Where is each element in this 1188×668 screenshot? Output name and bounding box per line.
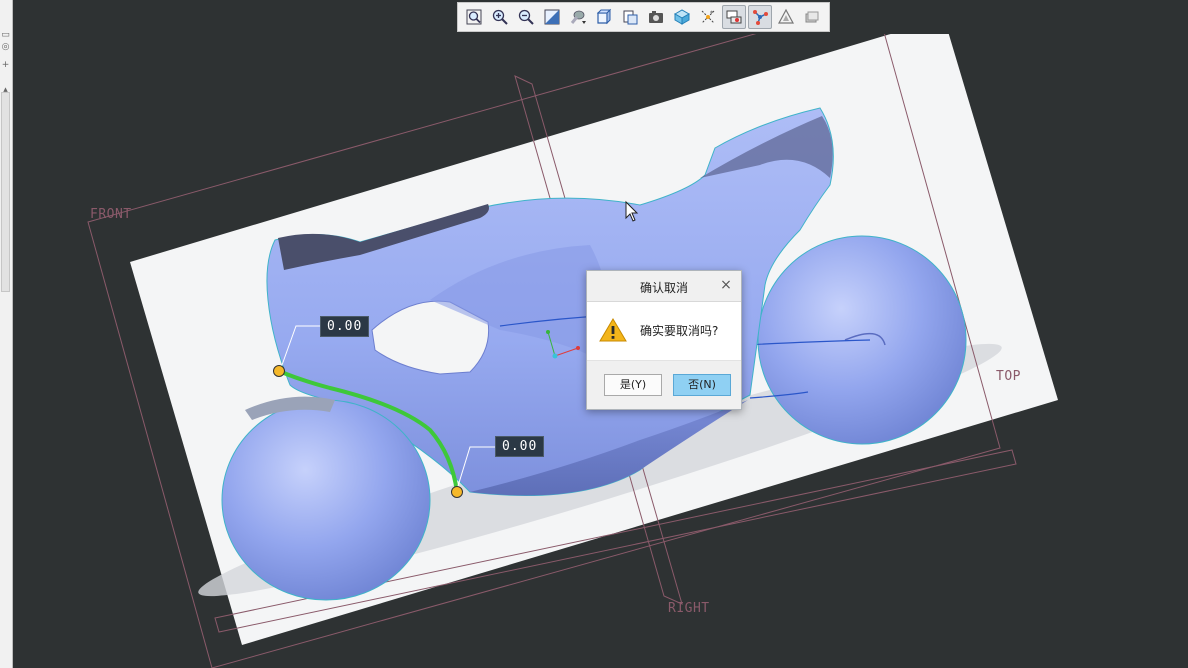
dialog-body: 确实要取消吗? [587,302,741,361]
triad-origin [552,353,558,359]
datum-label-right: RIGHT [668,601,710,616]
curve-handle [451,486,463,498]
panel-icon[interactable]: ◎ [0,42,11,52]
panel-scrollbar[interactable] [1,92,10,292]
view-manager-icon[interactable] [644,5,668,29]
front-wheel [221,399,431,601]
graphics-toolbar: * [457,2,830,32]
yes-button[interactable]: 是(Y) [604,374,662,396]
no-button[interactable]: 否(N) [673,374,731,396]
dimension-value[interactable]: 0.00 [320,316,370,337]
close-icon[interactable]: × [719,277,733,293]
zoom-out-icon[interactable] [514,5,538,29]
spin-center-icon[interactable] [748,5,772,29]
layer-icon[interactable] [800,5,824,29]
perspective-icon[interactable] [566,5,590,29]
saved-orientations-icon[interactable] [618,5,642,29]
annotation-display-icon[interactable] [722,5,746,29]
confirm-cancel-dialog: 确认取消 × 确实要取消吗? 是(Y) 否(N) [586,270,742,410]
section-view-icon[interactable] [670,5,694,29]
triad-end [546,330,550,334]
display-style-icon[interactable] [592,5,616,29]
repaint-icon[interactable] [540,5,564,29]
datum-display-icon[interactable]: * [696,5,720,29]
dialog-titlebar[interactable]: 确认取消 × [587,271,741,302]
refit-icon[interactable] [462,5,486,29]
dimension-value[interactable]: 0.00 [495,436,545,457]
datum-label-top: TOP [996,369,1021,384]
appearance-icon[interactable] [774,5,798,29]
panel-icon[interactable]: ▭ [0,30,11,40]
panel-expand-icon[interactable]: + [0,60,11,70]
zoom-in-icon[interactable] [488,5,512,29]
curve-handle [273,365,285,377]
left-panel: ▭ ◎ + ▴ [0,0,13,668]
dialog-title: 确认取消 [639,281,688,295]
warning-icon [599,318,627,346]
datum-label-front: FRONT [90,207,132,222]
triad-end [576,346,580,350]
svg-text:*: * [710,10,713,17]
dialog-message: 确实要取消吗? [640,324,719,338]
dialog-buttons: 是(Y) 否(N) [587,361,741,411]
